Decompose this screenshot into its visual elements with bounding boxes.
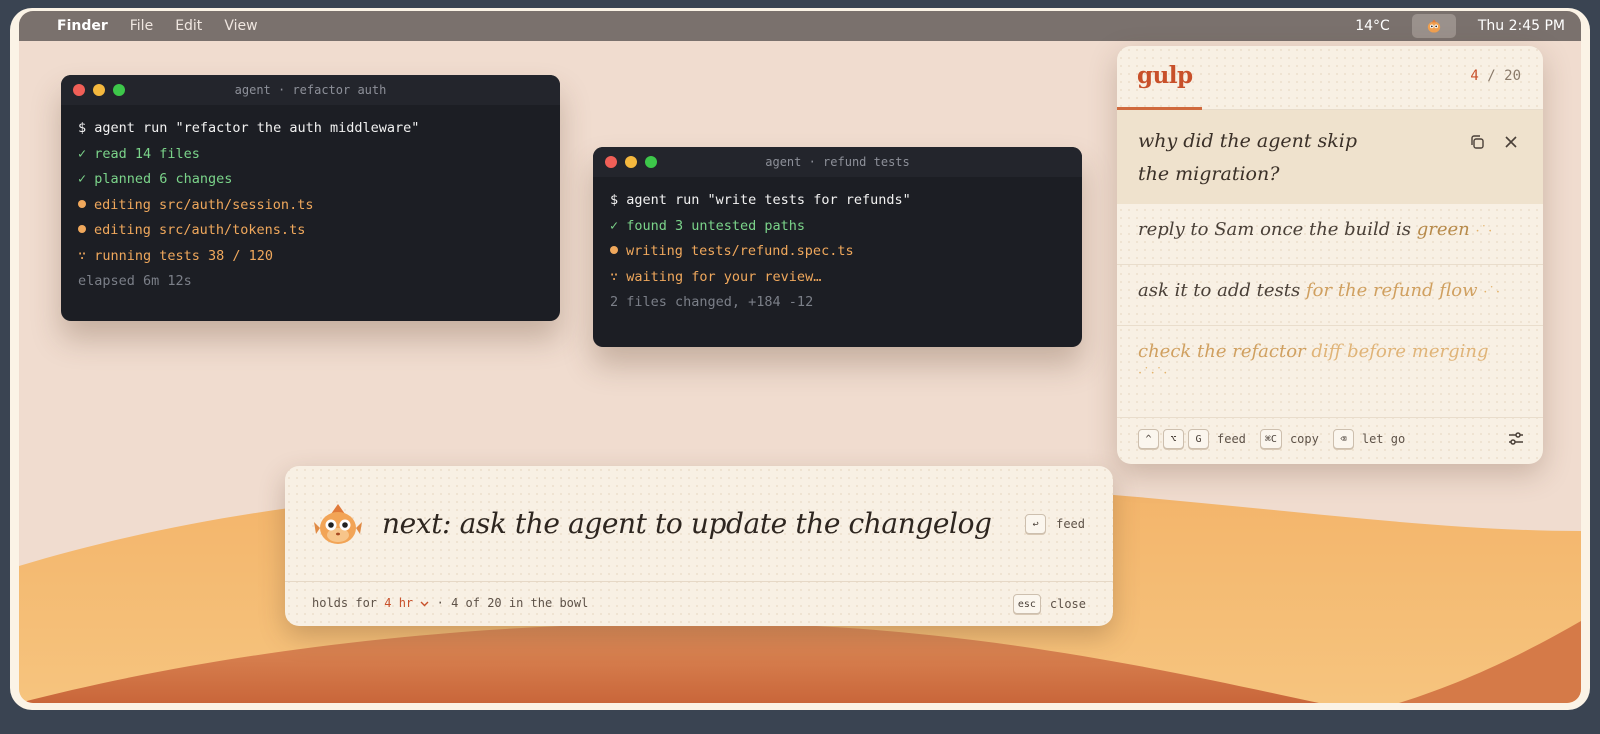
terminal-line: ✓ planned 6 changes <box>78 171 233 187</box>
gulp-item-active[interactable]: why did the agent skip the migration? <box>1117 110 1543 204</box>
status-dot-icon <box>78 225 86 233</box>
gulp-item[interactable]: reply to Sam once the build is green ·˙· <box>1117 204 1543 265</box>
sparkle-icon: ·˙· <box>1475 224 1494 239</box>
menu-bar: Finder File Edit View 14°C Thu 2:45 PM <box>19 11 1581 41</box>
close-icon[interactable] <box>1501 132 1521 152</box>
terminal-window-refactor-auth[interactable]: agent · refactor auth $ agent run "refac… <box>61 75 560 321</box>
terminal-line: ✓ found 3 untested paths <box>610 217 806 234</box>
gulp-item[interactable]: ask it to add tests for the refund flow … <box>1117 265 1543 326</box>
key-cmd-c: ⌘C <box>1259 429 1282 449</box>
terminal-output: $ agent run "write tests for refunds" ✓ … <box>593 177 1082 316</box>
key-ctrl: ^ <box>1138 429 1159 449</box>
bowl-status: · 4 of 20 in the bowl <box>436 596 589 610</box>
feed-button[interactable]: ↩ feed <box>1025 514 1085 534</box>
feed-shortcut-label[interactable]: feed <box>1217 432 1246 446</box>
key-g: G <box>1188 429 1209 449</box>
terminal-line: $ agent run "refactor the auth middlewar… <box>78 120 420 136</box>
settings-sliders-icon[interactable] <box>1507 430 1525 448</box>
terminal-line: editing src/auth/session.ts <box>78 193 544 219</box>
bowl-count: 4 / 20 <box>1470 68 1521 84</box>
fish-mascot-icon <box>314 504 362 544</box>
sparkle-icon: ·˙· <box>1483 285 1502 300</box>
terminal-window-refund-tests[interactable]: agent · refund tests $ agent run "write … <box>593 147 1082 347</box>
key-esc: esc <box>1012 594 1041 614</box>
next-prompt-bar: next: ask the agent to update the change… <box>285 466 1113 626</box>
copy-shortcut-label[interactable]: copy <box>1290 432 1319 446</box>
next-prompt-footer: holds for 4 hr · 4 of 20 in the bowl esc… <box>285 582 1113 626</box>
menu-edit[interactable]: Edit <box>175 18 202 34</box>
gulp-footer: ^ ⌥ G feed ⌘C copy ⌫ let go <box>1117 414 1543 464</box>
gulp-header: gulp 4 / 20 <box>1117 46 1543 110</box>
terminal-output: $ agent run "refactor the auth middlewar… <box>61 105 560 295</box>
key-delete: ⌫ <box>1332 429 1354 449</box>
terminal-line: $ agent run "write tests for refunds" <box>610 192 911 208</box>
next-prompt-text: next: ask the agent to update the change… <box>382 507 992 540</box>
terminal-title: agent · refactor auth <box>234 83 387 97</box>
menu-clock[interactable]: Thu 2:45 PM <box>1478 18 1565 34</box>
terminal-line: 2 files changed, +184 -12 <box>610 294 814 310</box>
terminal-titlebar[interactable]: agent · refactor auth <box>61 75 560 105</box>
gulp-item[interactable]: check the refactor diff before merging ·… <box>1117 326 1543 418</box>
terminal-line: ✓ read 14 files <box>78 145 200 162</box>
chevron-down-icon <box>420 601 429 607</box>
hold-duration-dropdown[interactable]: 4 hr <box>384 596 429 610</box>
terminal-title: agent · refund tests <box>765 155 910 169</box>
gulp-tray-button[interactable] <box>1411 14 1456 38</box>
terminal-titlebar[interactable]: agent · refund tests <box>593 147 1082 177</box>
desktop: Finder File Edit View 14°C Thu 2:45 PM a… <box>19 11 1581 703</box>
terminal-line: editing src/auth/tokens.ts <box>78 218 544 244</box>
weather-temperature[interactable]: 14°C <box>1355 18 1390 34</box>
let-go-shortcut-label[interactable]: let go <box>1362 432 1405 446</box>
terminal-line: ∵ running tests 38 / 120 <box>78 247 274 264</box>
menu-view[interactable]: View <box>224 18 257 34</box>
copy-icon[interactable] <box>1467 132 1487 152</box>
terminal-line: ∵ waiting for your review… <box>610 268 822 285</box>
status-dot-icon <box>610 246 618 254</box>
sparkle-icon: ·˙·˙· <box>1138 366 1169 381</box>
terminal-line: writing tests/refund.spec.ts <box>610 239 1066 265</box>
next-prompt-main[interactable]: next: ask the agent to update the change… <box>285 466 1113 582</box>
fish-mascot-icon <box>1427 19 1441 33</box>
gulp-logo: gulp <box>1137 62 1193 89</box>
key-return: ↩ <box>1025 514 1047 534</box>
menu-file[interactable]: File <box>130 18 153 34</box>
menu-app-finder[interactable]: Finder <box>57 18 108 34</box>
key-option: ⌥ <box>1163 429 1184 449</box>
status-dot-icon <box>78 199 86 208</box>
terminal-line: elapsed 6m 12s <box>78 273 192 289</box>
close-button[interactable]: esc close <box>1012 594 1086 614</box>
gulp-panel: gulp 4 / 20 why did the agent skip the m… <box>1117 46 1543 464</box>
gulp-item-text: why did the agent skip the migration? <box>1138 130 1358 185</box>
